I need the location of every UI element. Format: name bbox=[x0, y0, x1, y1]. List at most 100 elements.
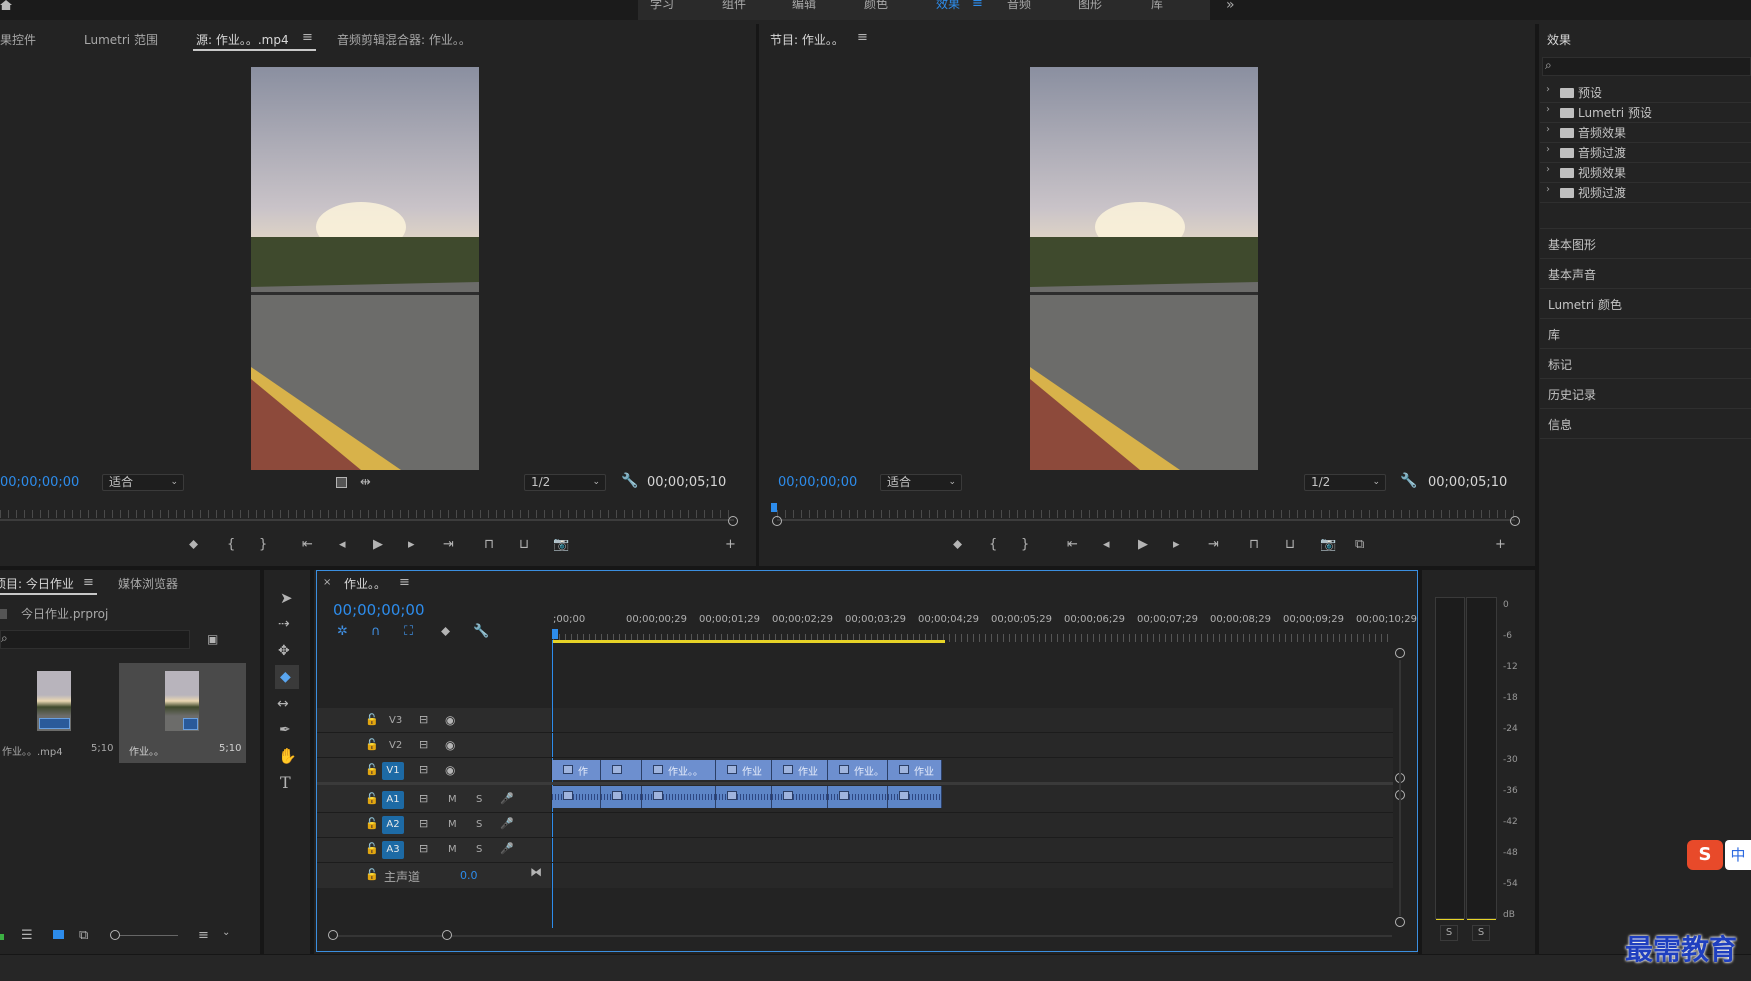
effects-section-2[interactable]: Lumetri 颜色 bbox=[1548, 296, 1622, 313]
source-scrub-ruler[interactable] bbox=[0, 510, 734, 518]
effects-folder-1[interactable]: › Lumetri 预设 bbox=[1544, 104, 1734, 122]
chevron-down-icon[interactable]: ⌄ bbox=[222, 928, 230, 938]
timeline-close-icon[interactable]: × bbox=[323, 578, 331, 588]
eye-icon[interactable]: ◉ bbox=[445, 714, 455, 726]
lock-icon[interactable]: 🔓 bbox=[365, 843, 379, 854]
nest-icon[interactable]: ✲ bbox=[337, 625, 348, 638]
source-tab-effect-controls[interactable]: 效果控件 bbox=[0, 31, 36, 48]
workspace-tab-7[interactable]: 库 bbox=[1151, 0, 1163, 12]
linked-selection-icon[interactable]: ⛶ bbox=[404, 625, 413, 638]
timeline-playhead-head[interactable] bbox=[552, 629, 558, 639]
project-tab-menu-icon[interactable]: ≡ bbox=[83, 576, 94, 589]
list-view-icon[interactable]: ☰ bbox=[21, 929, 33, 942]
sync-lock-icon[interactable]: ⊟ bbox=[419, 818, 428, 829]
workspace-tab-menu-icon[interactable]: ≡ bbox=[972, 0, 983, 10]
video-clip[interactable]: 作业。。 bbox=[642, 760, 716, 780]
lock-icon[interactable]: 🔓 bbox=[365, 869, 379, 880]
program-tab-title[interactable]: 节目: 作业。。 bbox=[770, 31, 844, 48]
track-target-a3[interactable]: A3 bbox=[382, 841, 404, 859]
razor-tool-icon[interactable]: ◆ bbox=[280, 670, 291, 684]
source-fit-select[interactable]: 适合 ⌄ bbox=[102, 474, 184, 491]
program-export-frame-icon[interactable]: 📷 bbox=[1320, 538, 1336, 551]
chevron-right-icon[interactable]: › bbox=[1546, 144, 1550, 155]
program-scrub-end-handle[interactable] bbox=[1510, 516, 1520, 526]
track-target-v1[interactable]: V1 bbox=[382, 762, 404, 780]
solo-button[interactable]: S bbox=[476, 794, 482, 805]
video-clip[interactable]: 作业 bbox=[772, 760, 828, 780]
source-scrub-bar[interactable] bbox=[0, 519, 734, 521]
pen-tool-icon[interactable]: ✒ bbox=[279, 723, 291, 737]
audio-clip[interactable] bbox=[828, 786, 888, 808]
lock-icon[interactable]: 🔓 bbox=[365, 764, 379, 775]
project-search-input[interactable] bbox=[0, 630, 190, 649]
source-add-button-icon[interactable]: + bbox=[725, 538, 736, 551]
video-clip[interactable]: 作业 bbox=[888, 760, 942, 780]
source-export-frame-icon[interactable]: 📷 bbox=[553, 538, 569, 551]
program-insert-icon[interactable]: ⊓ bbox=[1249, 538, 1259, 551]
audio-clip[interactable] bbox=[772, 786, 828, 808]
source-go-to-in-icon[interactable]: ⇤ bbox=[302, 538, 313, 551]
source-tab-audio-mixer[interactable]: 音频剪辑混合器: 作业。。 bbox=[337, 31, 471, 48]
program-scrub-start-handle[interactable] bbox=[772, 516, 782, 526]
effects-folder-4[interactable]: › 视频效果 bbox=[1544, 164, 1734, 182]
timeline-hscroll-end[interactable] bbox=[442, 930, 452, 940]
master-track-expand-icon[interactable]: ⧓ bbox=[530, 866, 542, 878]
timeline-vscroll-track[interactable] bbox=[1399, 660, 1401, 916]
effects-folder-0[interactable]: › 预设 bbox=[1544, 84, 1734, 102]
mute-button[interactable]: M bbox=[448, 844, 457, 855]
source-play-icon[interactable]: ▶ bbox=[373, 538, 383, 551]
effects-section-4[interactable]: 标记 bbox=[1548, 356, 1572, 373]
source-add-marker-icon[interactable]: ⬥ bbox=[189, 538, 198, 551]
timeline-timecode[interactable]: 00;00;00;00 bbox=[333, 601, 425, 619]
source-go-to-out-icon[interactable]: ⇥ bbox=[443, 538, 454, 551]
chevron-right-icon[interactable]: › bbox=[1546, 184, 1550, 195]
sync-lock-icon[interactable]: ⊟ bbox=[419, 793, 428, 804]
chevron-right-icon[interactable]: › bbox=[1546, 124, 1550, 135]
workspace-tab-1[interactable]: 组件 bbox=[722, 0, 746, 12]
workspace-tab-6[interactable]: 图形 bbox=[1078, 0, 1102, 12]
timeline-vscroll-bottom[interactable] bbox=[1395, 917, 1405, 927]
audio-clip[interactable] bbox=[642, 786, 716, 808]
solo-button[interactable]: S bbox=[476, 844, 482, 855]
program-play-icon[interactable]: ▶ bbox=[1138, 538, 1148, 551]
zoom-slider[interactable] bbox=[112, 935, 178, 936]
track-target-v2[interactable]: V2 bbox=[389, 740, 402, 751]
mute-button[interactable]: M bbox=[448, 819, 457, 830]
program-tab-menu-icon[interactable]: ≡ bbox=[857, 31, 868, 44]
program-go-to-in-icon[interactable]: ⇤ bbox=[1067, 538, 1078, 551]
workspace-tab-4[interactable]: 效果 bbox=[936, 0, 960, 12]
effects-section-6[interactable]: 信息 bbox=[1548, 416, 1572, 433]
program-quality-select[interactable]: 1/2 ⌄ bbox=[1304, 474, 1386, 491]
sort-icon[interactable]: ≡ bbox=[198, 929, 209, 942]
program-compare-icon[interactable]: ⧉ bbox=[1355, 538, 1364, 551]
eye-icon[interactable]: ◉ bbox=[445, 764, 455, 776]
sync-lock-icon[interactable]: ⊟ bbox=[419, 843, 428, 854]
type-tool-icon[interactable]: T bbox=[280, 775, 291, 791]
source-step-forward-icon[interactable]: ▸ bbox=[408, 538, 415, 551]
program-mark-in-icon[interactable]: { bbox=[989, 538, 997, 551]
track-target-v3[interactable]: V3 bbox=[389, 715, 402, 726]
timeline-hscroll-track[interactable] bbox=[330, 935, 1392, 937]
slip-tool-icon[interactable]: ↔ bbox=[277, 697, 289, 711]
program-mark-out-icon[interactable]: } bbox=[1021, 538, 1029, 551]
project-tab[interactable]: 项目: 今日作业 bbox=[0, 575, 74, 592]
workspace-tab-3[interactable]: 颜色 bbox=[864, 0, 888, 12]
add-marker-icon[interactable]: ⬥ bbox=[441, 625, 450, 638]
selection-tool-icon[interactable]: ➤ bbox=[280, 591, 293, 606]
solo-button[interactable]: S bbox=[476, 819, 482, 830]
program-add-button-icon[interactable]: + bbox=[1495, 538, 1506, 551]
program-wrench-icon[interactable]: 🔧 bbox=[1400, 474, 1417, 488]
audio-clip[interactable] bbox=[601, 786, 642, 808]
source-tab-source[interactable]: 源: 作业。。.mp4 bbox=[196, 31, 289, 48]
ripple-edit-tool-icon[interactable]: ✥ bbox=[278, 644, 290, 658]
timeline-hscroll-start[interactable] bbox=[328, 930, 338, 940]
ime-lang-indicator[interactable]: 中 bbox=[1725, 840, 1751, 870]
sync-lock-icon[interactable]: ⊟ bbox=[419, 764, 428, 775]
hand-tool-icon[interactable]: ✋ bbox=[278, 749, 297, 764]
lock-icon[interactable]: 🔓 bbox=[365, 714, 379, 725]
source-mark-out-icon[interactable]: } bbox=[259, 538, 267, 551]
master-track-value[interactable]: 0.0 bbox=[460, 869, 478, 882]
program-overwrite-icon[interactable]: ⊔ bbox=[1285, 538, 1295, 551]
source-quality-select[interactable]: 1/2 ⌄ bbox=[524, 474, 606, 491]
program-add-marker-icon[interactable]: ⬥ bbox=[953, 538, 962, 551]
